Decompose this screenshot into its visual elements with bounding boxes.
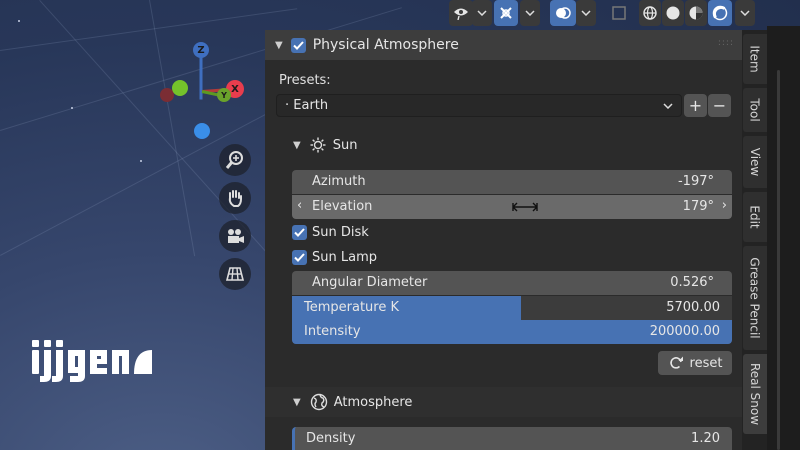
density-field[interactable]: Density 1.20 [292,427,732,450]
reset-button[interactable]: reset [658,351,732,375]
tab-item[interactable]: Item [743,34,767,84]
refresh-icon [669,356,683,369]
y-axis-ball[interactable]: Y [217,88,231,102]
preset-value: · Earth [285,98,329,113]
sun-title: Sun [332,137,358,153]
presets-label: Presets: [279,73,331,88]
tab-tool-label: Tool [748,98,762,122]
chevron-down-icon[interactable] [472,0,492,26]
elevation-label: Elevation [312,199,373,214]
chevron-down-icon[interactable] [576,0,596,26]
overlay-icon[interactable] [550,0,576,26]
reset-label: reset [689,355,723,371]
preset-dropdown[interactable]: · Earth [276,94,682,117]
gizmo-icon[interactable] [494,0,518,26]
angular-diameter-label: Angular Diameter [312,275,428,290]
chevron-right-icon[interactable]: › [722,198,727,213]
density-label: Density [306,431,356,446]
temperature-value: 5700.00 [666,300,720,315]
sun-icon [310,137,326,153]
chevron-left-icon[interactable]: ‹ [297,198,302,213]
star-dot [140,160,142,162]
navigation-gizmo[interactable]: Z X Y [155,38,255,139]
remove-label: − [712,96,727,115]
add-preset-button[interactable]: + [684,94,707,117]
angular-diameter-value: 0.526° [670,275,714,290]
solid-shading-icon[interactable] [662,0,684,26]
sun-lamp-label: Sun Lamp [312,249,377,265]
temperature-label: Temperature K [304,300,400,315]
tab-tool[interactable]: Tool [743,88,767,132]
chevron-down-icon [663,103,673,109]
tab-real-snow-label: Real Snow [748,362,762,426]
sun-subpanel-header[interactable]: ▼ Sun [265,130,742,160]
atmosphere-subpanel-header[interactable]: ▼ Atmosphere [265,387,742,417]
globe-icon [310,393,327,411]
rendered-shading-icon[interactable] [708,0,732,26]
tab-grease-pencil[interactable]: Grease Pencil [743,246,767,350]
drag-handle-icon[interactable]: :::: [718,38,734,48]
sun-disk-checkbox[interactable] [292,224,307,240]
elevation-value: 179° [682,199,714,214]
tab-real-snow[interactable]: Real Snow [743,354,767,434]
add-label: + [688,96,703,115]
sun-disk-toggle[interactable]: Sun Disk [292,222,369,242]
camera-icon[interactable] [219,220,251,252]
z-axis-ball[interactable]: Z [193,42,209,58]
tab-grease-pencil-label: Grease Pencil [748,257,762,339]
intensity-value: 200000.00 [649,324,720,339]
hand-pan-icon[interactable] [219,182,251,214]
atmosphere-title: Atmosphere [333,394,413,410]
scrollbar[interactable] [777,70,780,450]
sidebar-tabs: Item Tool View Edit Grease Pencil Real S… [742,30,767,450]
azimuth-value: -197° [677,174,714,189]
sun-lamp-toggle[interactable]: Sun Lamp [292,247,377,267]
temperature-slider[interactable]: Temperature K 5700.00 [292,296,732,320]
ijjigen-logo [30,336,154,388]
neg-y-ball[interactable] [172,80,188,96]
density-value: 1.20 [691,431,720,446]
star-dot [71,107,73,109]
collapse-triangle-icon[interactable]: ▼ [293,397,301,408]
tab-item-label: Item [748,45,763,73]
collapse-triangle-icon[interactable]: ▼ [275,40,283,51]
panel-header[interactable]: ▼ Physical Atmosphere :::: [265,30,742,60]
tab-view-label: View [748,147,763,177]
grid-ortho-icon[interactable] [219,258,251,290]
visibility-icon[interactable] [449,0,473,26]
drag-cursor-icon [512,202,538,212]
tab-view[interactable]: View [743,136,767,188]
chevron-down-icon[interactable] [735,0,755,26]
chevron-down-icon[interactable] [520,0,540,26]
wireframe-shading-icon[interactable] [639,0,661,26]
intensity-label: Intensity [304,324,361,339]
material-shading-icon[interactable] [685,0,707,26]
star-dot [18,20,20,22]
zoom-icon[interactable] [219,144,251,176]
enable-checkbox[interactable] [290,37,306,53]
x-label: X [231,83,239,95]
sun-lamp-checkbox[interactable] [292,249,307,265]
sun-disk-label: Sun Disk [312,224,369,240]
panel-title: Physical Atmosphere [312,37,459,53]
tab-edit[interactable]: Edit [743,192,767,242]
azimuth-label: Azimuth [312,174,366,189]
z-label: Z [197,44,205,56]
neg-z-ball[interactable] [194,123,210,139]
azimuth-field[interactable]: Azimuth -197° [292,170,732,194]
elevation-field[interactable]: ‹ Elevation 179° › [292,195,732,219]
collapse-triangle-icon[interactable]: ▼ [293,140,301,151]
y-label: Y [221,90,227,100]
physical-atmosphere-panel: ▼ Physical Atmosphere :::: Presets: · Ea… [265,30,742,450]
xray-icon[interactable] [607,0,631,26]
tab-edit-label: Edit [748,205,762,229]
intensity-slider[interactable]: Intensity 200000.00 [292,320,732,344]
remove-preset-button[interactable]: − [708,94,731,117]
right-region-edge [767,26,800,450]
angular-diameter-field[interactable]: Angular Diameter 0.526° [292,271,732,295]
